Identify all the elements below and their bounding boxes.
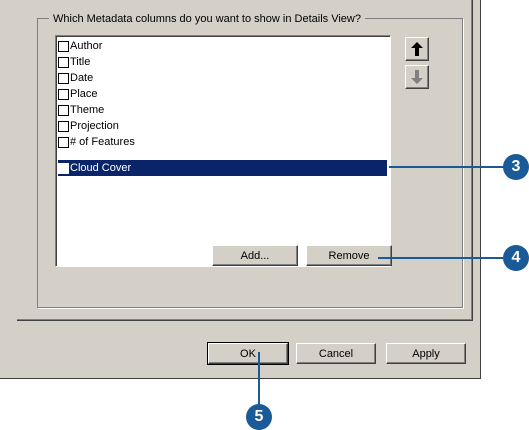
- cancel-button[interactable]: Cancel: [296, 343, 376, 364]
- list-item-label: Theme: [70, 104, 105, 116]
- cloud-cover-checkbox[interactable]: [58, 162, 69, 174]
- title-checkbox[interactable]: [58, 56, 69, 68]
- author-checkbox[interactable]: [58, 40, 69, 52]
- date-checkbox[interactable]: [58, 72, 69, 84]
- list-item-label: Title: [70, 56, 91, 68]
- list-item-title[interactable]: Title: [58, 54, 387, 70]
- metadata-columns-list[interactable]: Author Title Date Place Theme Projection…: [55, 35, 391, 267]
- arrow-down-icon: [411, 70, 423, 84]
- move-up-button[interactable]: [405, 37, 429, 61]
- groupbox-label: Which Metadata columns do you want to sh…: [49, 12, 365, 26]
- callout-4-line: [378, 257, 504, 259]
- callout-3-badge: 3: [503, 154, 529, 180]
- list-item-author[interactable]: Author: [58, 38, 387, 54]
- projection-checkbox[interactable]: [58, 120, 69, 132]
- list-item-label: Cloud Cover: [70, 162, 132, 174]
- callout-5-line: [258, 352, 260, 406]
- callout-4-badge: 4: [503, 245, 529, 271]
- callout-5-badge: 5: [246, 404, 272, 430]
- list-item-place[interactable]: Place: [58, 86, 387, 102]
- ok-button[interactable]: OK: [207, 342, 289, 365]
- list-item-cloud-cover[interactable]: Cloud Cover: [58, 160, 387, 176]
- list-item-theme[interactable]: Theme: [58, 102, 387, 118]
- list-item-number-of-features[interactable]: # of Features: [58, 134, 387, 150]
- place-checkbox[interactable]: [58, 88, 69, 100]
- list-item-label: Author: [70, 40, 103, 52]
- remove-button[interactable]: Remove: [306, 245, 392, 266]
- list-item-label: Projection: [70, 120, 119, 132]
- list-item-label: Date: [70, 72, 94, 84]
- number-of-features-checkbox[interactable]: [58, 136, 69, 148]
- list-item-projection[interactable]: Projection: [58, 118, 387, 134]
- apply-button[interactable]: Apply: [386, 343, 466, 364]
- list-item-label: Place: [70, 88, 98, 100]
- add-button[interactable]: Add...: [212, 245, 298, 266]
- metadata-options-dialog: Which Metadata columns do you want to sh…: [0, 0, 481, 379]
- callout-3-line: [389, 166, 504, 168]
- theme-checkbox[interactable]: [58, 104, 69, 116]
- list-item-date[interactable]: Date: [58, 70, 387, 86]
- move-down-button[interactable]: [405, 65, 429, 89]
- arrow-up-icon: [411, 42, 423, 56]
- list-item-label: # of Features: [70, 136, 135, 148]
